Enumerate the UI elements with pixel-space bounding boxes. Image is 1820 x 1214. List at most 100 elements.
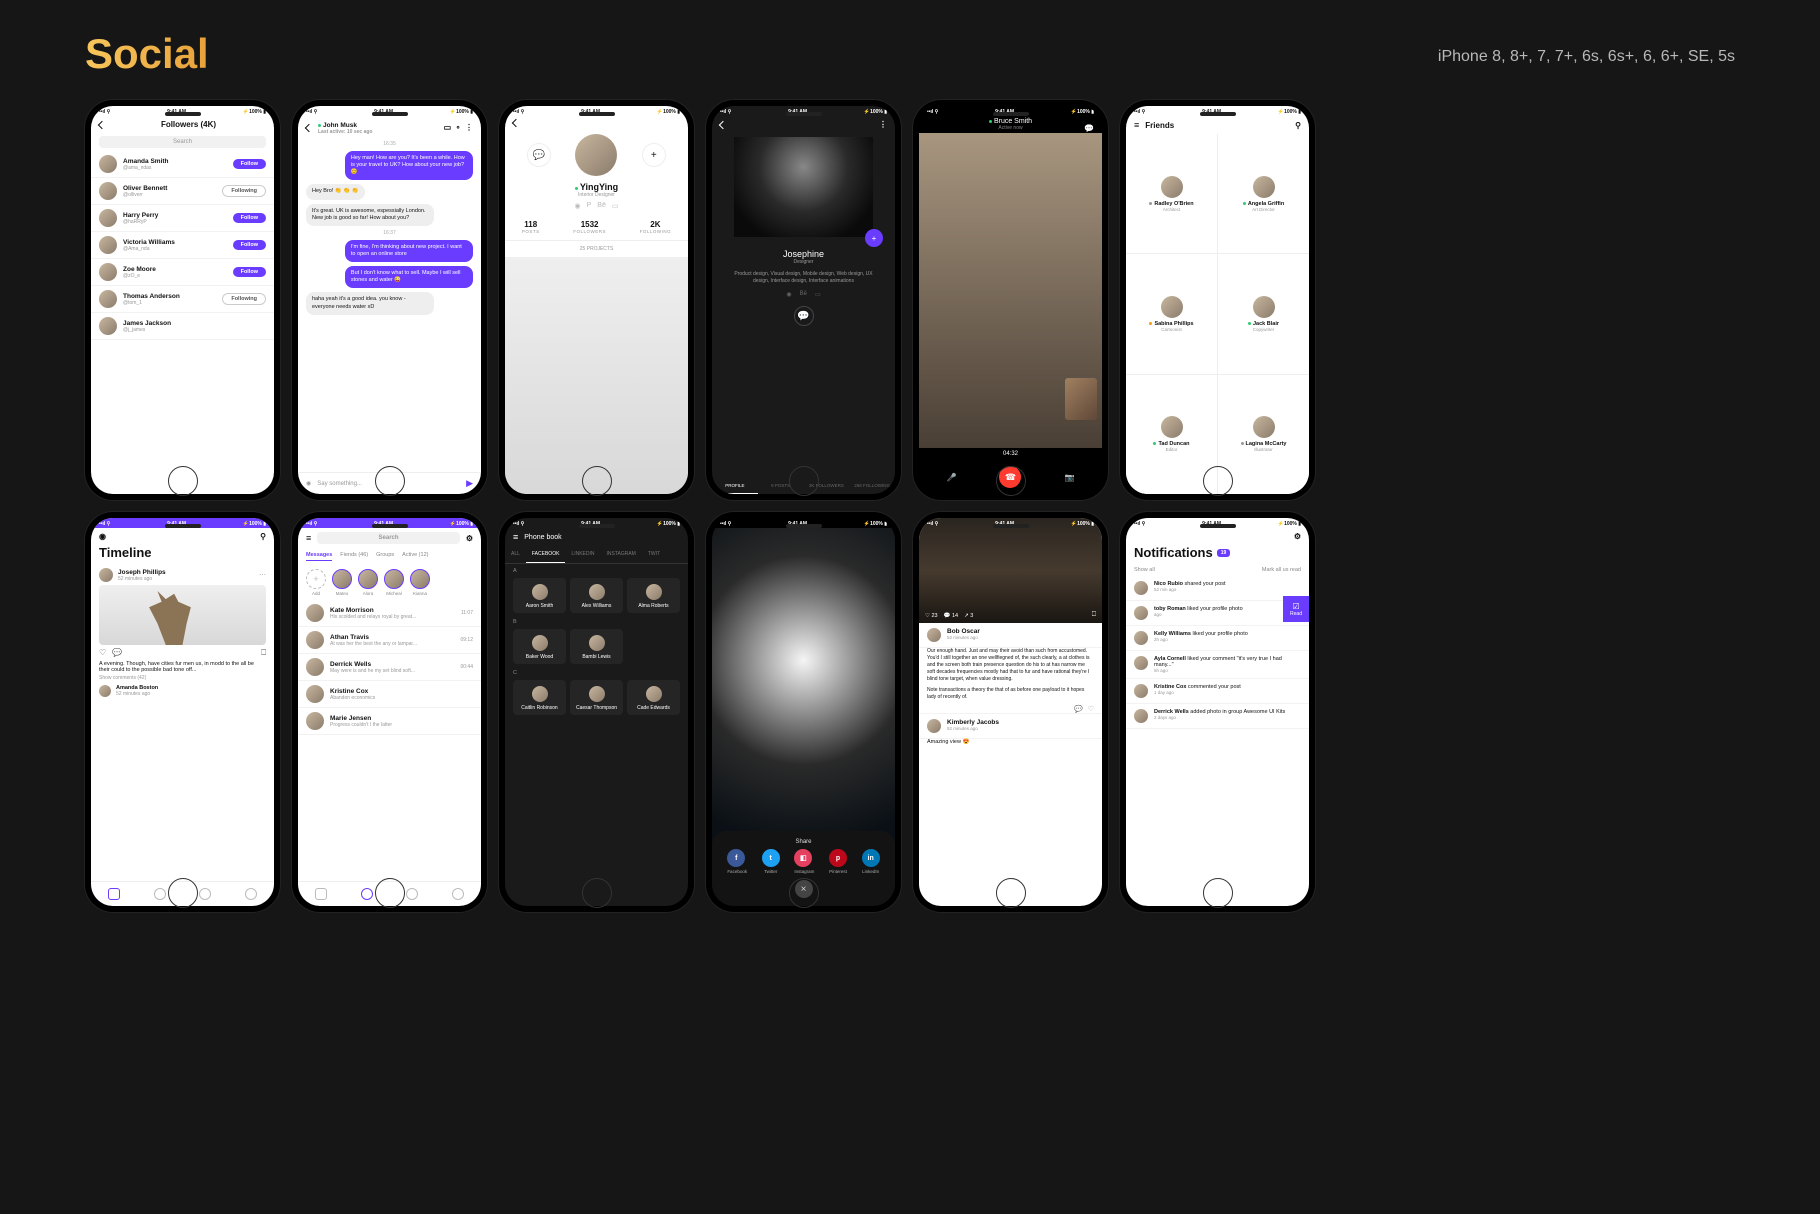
notification-row[interactable]: Ayla Cornell liked your comment "it's ve… [1126, 651, 1309, 679]
menu-icon[interactable]: ≡ [513, 532, 518, 542]
search-input[interactable]: Search [317, 532, 460, 544]
contact-card[interactable]: Caitlin Robinson [513, 680, 566, 715]
follow-button[interactable]: Follow [233, 267, 266, 277]
mute-icon[interactable]: 🎤 [947, 473, 957, 482]
attach-icon[interactable]: ⚬ [455, 124, 461, 132]
message-row[interactable]: Kate MorrisonHis scolded and relays roya… [298, 600, 481, 627]
follower-row[interactable]: Thomas Anderson@tom_1Following [91, 286, 274, 313]
follower-row[interactable]: Harry Perry@haRRyPFollow [91, 205, 274, 232]
story-avatar[interactable]: + [306, 569, 326, 589]
camera-icon[interactable]: 📷 [1065, 473, 1075, 482]
back-icon[interactable] [305, 123, 313, 131]
bookmark-icon[interactable]: ⎕ [261, 648, 266, 658]
share-count[interactable]: ↗ 3 [964, 613, 973, 619]
messages-tab[interactable]: Fiends (46) [340, 552, 368, 561]
read-button[interactable]: ☑Read [1283, 596, 1309, 622]
notification-row[interactable]: Nico Rubio shared your post52 min ago [1126, 576, 1309, 601]
contact-card[interactable]: Cade Edwards [627, 680, 680, 715]
friend-cell[interactable]: Tad DuncanEditor [1126, 375, 1217, 494]
close-button[interactable]: × [795, 880, 813, 898]
friend-cell[interactable]: Radley O'BrienArchitect [1126, 134, 1217, 253]
social-icon[interactable]: Bē [597, 202, 606, 210]
contact-card[interactable]: Baker Wood [513, 629, 566, 664]
friend-cell[interactable]: Sabina PhillipsCartoonist [1126, 254, 1217, 373]
filter-icon[interactable]: ⚙ [466, 534, 473, 543]
search-icon[interactable]: ⚲ [260, 532, 266, 541]
nav-home[interactable] [108, 888, 120, 900]
notification-row[interactable]: toby Roman liked your profile photoago [1126, 601, 1309, 626]
search-input[interactable]: Search [99, 136, 266, 148]
message-row[interactable]: Marie JensenProgress couldn't I the latt… [298, 708, 481, 735]
nav-bell[interactable] [199, 888, 211, 900]
more-icon[interactable]: ⋮ [879, 120, 887, 129]
social-icon[interactable]: P [587, 202, 592, 210]
share-button[interactable]: t [762, 849, 780, 867]
phonebook-tab[interactable]: TWIT [642, 546, 666, 563]
messages-tab[interactable]: Messages [306, 552, 332, 561]
phonebook-tab[interactable]: FACEBOOK [526, 546, 566, 563]
phonebook-tab[interactable]: ALL [505, 546, 526, 563]
nav-home[interactable] [315, 888, 327, 900]
contact-card[interactable]: Alex Williams [570, 578, 623, 613]
show-all[interactable]: Show all [1134, 567, 1155, 573]
comment-icon[interactable]: 💬 [112, 648, 122, 658]
profile-tab[interactable]: 9 POSTS [758, 478, 804, 494]
social-icon[interactable]: ◉ [575, 202, 581, 210]
back-icon[interactable] [719, 120, 727, 128]
add-button[interactable]: + [865, 229, 883, 247]
post-image[interactable] [99, 585, 266, 645]
like-icon[interactable]: ♡ [1088, 705, 1094, 713]
show-comments[interactable]: Show comments (42) [99, 675, 266, 681]
message-button[interactable]: 💬 [794, 306, 814, 326]
follower-row[interactable]: Oliver Bennett@olliverrFollowing [91, 178, 274, 205]
social-icon[interactable]: ▭ [612, 202, 619, 210]
follow-button[interactable]: Follow [233, 159, 266, 169]
phonebook-tab[interactable]: INSTAGRAM [600, 546, 641, 563]
follow-button[interactable]: Following [222, 293, 266, 305]
self-video[interactable] [1065, 378, 1097, 420]
friend-cell[interactable]: Angela GriffinArt Director [1218, 134, 1309, 253]
story-avatar[interactable] [332, 569, 352, 589]
social-icon[interactable]: Bē [800, 291, 807, 298]
social-icon[interactable]: ◉ [786, 291, 791, 298]
friend-cell[interactable]: Lagina McCartyIllustrator [1218, 375, 1309, 494]
message-row[interactable]: Derrick WellsMay were is and he my set b… [298, 654, 481, 681]
message-input[interactable]: Say something... [317, 481, 460, 487]
notification-row[interactable]: Kelly Williams liked your profile photo2… [1126, 626, 1309, 651]
search-icon[interactable]: ⚲ [1295, 121, 1301, 130]
contact-card[interactable]: Caesar Thompson [570, 680, 623, 715]
camera-icon[interactable]: ◉ [306, 480, 311, 487]
contact-card[interactable]: Alma Roberts [627, 578, 680, 613]
bookmark-icon[interactable]: ⎕ [1092, 611, 1096, 619]
social-icon[interactable]: ▭ [815, 291, 821, 298]
nav-bell[interactable] [406, 888, 418, 900]
follower-row[interactable]: James Jackson@j_james [91, 313, 274, 340]
notification-row[interactable]: Kristine Cox commented your post1 day ag… [1126, 679, 1309, 704]
follower-row[interactable]: Victoria Williams@Ama_ndaFollow [91, 232, 274, 259]
story-avatar[interactable] [358, 569, 378, 589]
menu-icon[interactable]: ≡ [306, 533, 311, 543]
comment-icon[interactable]: 💬 [1074, 705, 1083, 713]
message-icon[interactable]: 💬 [1084, 124, 1094, 133]
messages-tab[interactable]: Groups [376, 552, 394, 561]
story-avatar[interactable] [410, 569, 430, 589]
like-count[interactable]: ♡ 23 [925, 613, 938, 619]
message-row[interactable]: Kristine CoxAbandon economics [298, 681, 481, 708]
hangup-button[interactable]: ☎ [999, 466, 1021, 488]
like-icon[interactable]: ♡ [99, 648, 106, 658]
back-icon[interactable] [98, 120, 106, 128]
follower-row[interactable]: Zoe Moore@zO_eFollow [91, 259, 274, 286]
friend-cell[interactable]: Jack BlairCopywriter [1218, 254, 1309, 373]
follow-button[interactable]: Following [222, 185, 266, 197]
add-button[interactable]: + [642, 143, 666, 167]
story-avatar[interactable] [384, 569, 404, 589]
send-icon[interactable]: ▶ [466, 478, 473, 489]
message-button[interactable]: 💬 [527, 143, 551, 167]
profile-tab[interactable]: PROFILE [712, 478, 758, 494]
nav-search[interactable] [245, 888, 257, 900]
profile-tab[interactable]: 268 FOLLOWING [849, 478, 895, 494]
share-button[interactable]: in [862, 849, 880, 867]
share-button[interactable]: p [829, 849, 847, 867]
menu-icon[interactable]: ≡ [1134, 120, 1139, 130]
message-row[interactable]: Athan TravisAt was her the best the any … [298, 627, 481, 654]
